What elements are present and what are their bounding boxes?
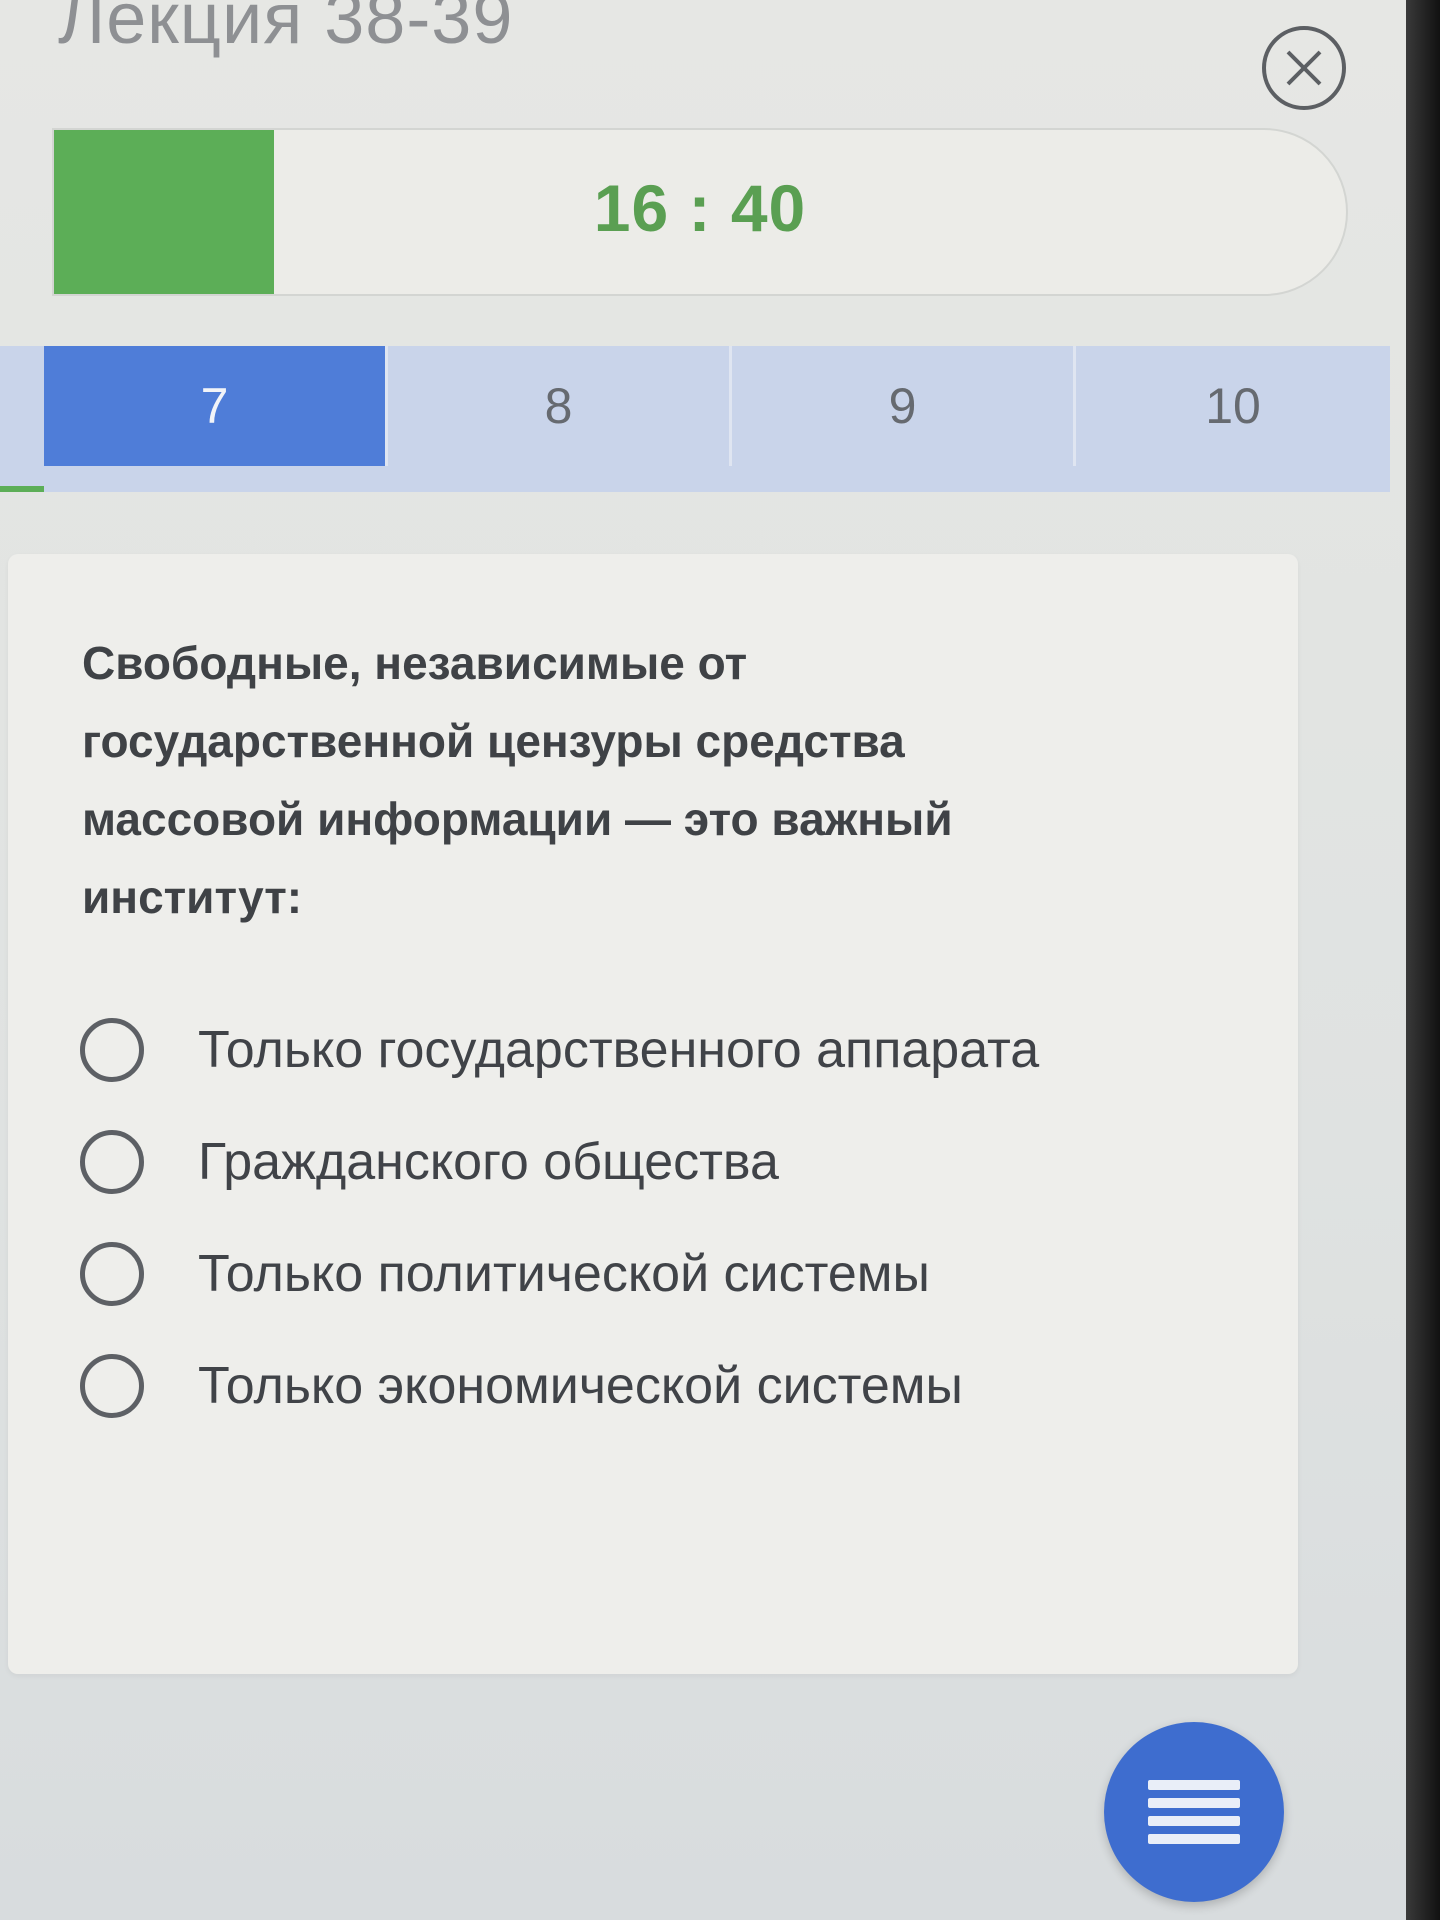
answer-option[interactable]: Только государственного аппарата xyxy=(80,1010,1039,1090)
device-edge xyxy=(1406,0,1440,1920)
answer-option[interactable]: Гражданского общества xyxy=(80,1122,779,1202)
tabs-accent-line xyxy=(0,486,44,492)
close-icon xyxy=(1286,50,1322,86)
radio-button[interactable] xyxy=(80,1242,144,1306)
answer-option[interactable]: Только политической системы xyxy=(80,1234,930,1314)
timer-bar: 16 : 40 xyxy=(52,128,1348,296)
menu-button[interactable] xyxy=(1104,1722,1284,1902)
radio-button[interactable] xyxy=(80,1018,144,1082)
answer-option-label: Только государственного аппарата xyxy=(198,1021,1040,1079)
question-text: Свободные, независимые от государственно… xyxy=(82,637,953,923)
close-button[interactable] xyxy=(1262,26,1346,110)
tab-question-8[interactable]: 8 xyxy=(388,346,732,466)
timer-text: 16 : 40 xyxy=(593,171,807,245)
tab-question-10[interactable]: 10 xyxy=(1076,346,1390,466)
answer-option[interactable]: Только экономической системы xyxy=(80,1346,963,1426)
radio-button[interactable] xyxy=(80,1354,144,1418)
answer-option-label: Гражданского общества xyxy=(198,1133,779,1191)
question-card: Свободные, независимые от государственно… xyxy=(8,554,1298,1674)
quiz-screen: Лекция 38-39 16 : 40 7 8 9 10 Свободные,… xyxy=(0,0,1440,1920)
page-title: Лекция 38-39 xyxy=(58,0,514,59)
answer-option-label: Только политической системы xyxy=(198,1245,930,1303)
tab-question-7[interactable]: 7 xyxy=(44,346,388,466)
radio-button[interactable] xyxy=(80,1130,144,1194)
tab-question-9[interactable]: 9 xyxy=(732,346,1076,466)
question-tabs: 7 8 9 10 xyxy=(0,346,1390,492)
answer-option-label: Только экономической системы xyxy=(198,1357,963,1415)
